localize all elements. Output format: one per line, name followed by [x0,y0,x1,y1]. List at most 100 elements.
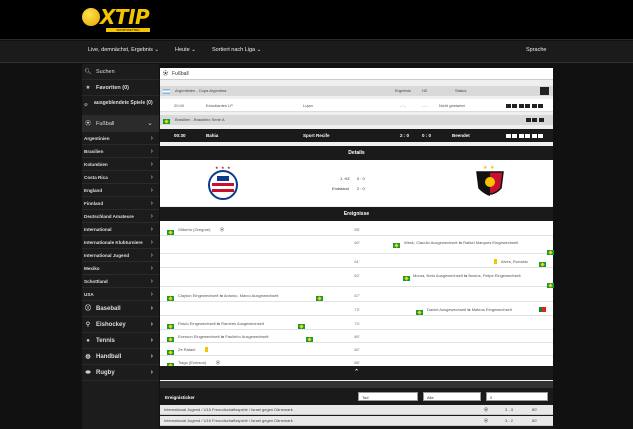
league-row[interactable]: Brasilien - Brasileiro Serie A [160,115,553,125]
event-row: 60' Wesk, Claudio Ausgewechselt ⇆ Rafael… [160,236,555,255]
event-row: Gilberto (Gregore) ⚽︎ 55' [160,223,553,236]
chevron-right-icon: › [150,252,153,259]
chevron-right-icon: › [150,226,153,233]
sidebar-sport-rugby[interactable]: ⬬ Rugby › [82,365,159,381]
brazil-flag-icon [167,350,174,355]
ticker-row[interactable]: International Jugend / U16 Freundschafts… [160,416,553,426]
football-icon: ⚽︎ [163,71,169,77]
brazil-flag-icon [298,324,306,329]
top-bar: XTIP SPORTWETTEN [0,0,633,40]
event-row: Ze Rafael 82' [160,343,553,356]
col-status: Status [455,88,467,93]
search-icon: 🔍︎ [84,69,92,75]
football-icon: ⚽︎ [484,418,488,423]
football-icon: ⚽︎ [484,407,488,412]
chevron-down-icon: ⌄ [256,47,262,53]
match-time: 20:40 [174,103,185,108]
ticker-text: International Jugend / U16 Freundschafts… [164,407,293,412]
match-row-active[interactable]: 00:30 Bahia Sport Recife 2 : 0 0 : 0 Bee… [160,129,553,142]
sidebar-country[interactable]: Brasilien › [82,145,159,158]
nav-language[interactable]: Sprache [526,47,547,53]
match-row[interactable]: 20:40 Estudiantes LP Lujan - : - - : - N… [160,99,553,112]
league-action-icons[interactable] [524,115,544,125]
chevron-down-icon: ⌄ [154,47,159,53]
event-row: 61' Alves, Ronaldo [160,255,553,268]
sidebar-country[interactable]: Mexiko › [82,262,159,275]
event-left: Flavio Eingewechselt ⇆ Ramires Ausgewech… [178,321,264,326]
sidebar-football[interactable]: ⚽︎ Fußball ⌄ [82,116,159,132]
event-minute: 62' [354,273,360,278]
event-right: Wesk, Claudio Ausgewechselt ⇆ Rafael Mar… [404,240,519,245]
nav-sort-dropdown[interactable]: Sortiert nach Liga ⌄ [212,47,261,53]
ticker-filter-count[interactable]: 2 [486,392,548,401]
svg-text:★: ★ [490,165,495,171]
sidebar-favorites[interactable]: ★ Favoriten (0) [82,80,159,96]
sidebar-country[interactable]: Deutschland Amateure › [82,210,159,223]
sidebar-sport-handball[interactable]: ◍ Handball › [82,349,159,365]
sidebar-hidden-games[interactable]: ⊘ ausgeblendete Spiele (0) [82,96,159,116]
xtip-logo[interactable]: XTIP SPORTWETTEN [82,5,162,34]
ticker-row[interactable]: International Jugend / U16 Freundschafts… [160,405,553,415]
match-ht: - : - [422,103,428,108]
ticker-filter-type[interactable]: Tod [358,392,418,401]
chevron-up-icon: ⌃ [353,369,360,376]
match-status: Nicht gestartet [439,103,465,108]
home-team: Bahia [206,133,219,138]
sidebar-country[interactable]: Internationale Klubturniere › [82,236,159,249]
next-section-strip [160,381,553,388]
away-team: Sport Recife [303,133,330,138]
league-name: Argentinien - Copa Argentina [175,88,227,93]
match-ht: 0 : 0 [422,133,432,138]
chevron-down-icon: ⌄ [191,47,196,53]
event-right: Daniel Ausgewechselt ⇆ Mateus Eingewechs… [427,307,512,312]
chevron-right-icon: › [150,239,153,246]
ticker-filter-sport[interactable]: Alle [423,392,481,401]
chevron-right-icon: › [150,291,153,298]
col-result: Ergebnis [395,88,411,93]
yellow-card-icon [494,259,497,264]
match-action-icons[interactable] [504,99,543,112]
logo-text: XTIP [100,5,150,29]
sidebar-sport-tennis[interactable]: ● Tennis › [82,333,159,349]
logo-subtext: SPORTWETTEN [106,28,150,32]
sidebar-country[interactable]: International Jugend › [82,249,159,262]
sidebar-sport-baseball[interactable]: ⚾︎ Baseball › [82,301,159,317]
sidebar-country[interactable]: Finnland › [82,197,159,210]
match-action-icons[interactable] [504,129,543,142]
brazil-flag-icon [403,276,410,281]
sidebar-sport-icehockey[interactable]: ⚲ Eishockey › [82,317,159,333]
collapse-button[interactable]: ⌃ [160,366,553,380]
section-title: Fußball [172,71,189,77]
event-row: 73' Daniel Ausgewechselt ⇆ Mateus Eingew… [160,303,553,316]
sidebar-country[interactable]: Kolumbien › [82,158,159,171]
chevron-right-icon: › [150,369,153,376]
league-row[interactable]: Argentinien - Copa Argentina Ergebnis HZ… [160,86,553,96]
event-left: Ze Rafael [178,347,196,352]
home-team: Estudiantes LP [206,103,233,108]
argentina-flag-icon [163,88,170,94]
brazil-flag-icon [539,262,546,267]
baseball-icon: ⚾︎ [84,306,91,312]
hockey-icon: ⚲ [85,322,91,328]
sidebar-country[interactable]: England › [82,184,159,197]
sidebar-country[interactable]: International › [82,223,159,236]
nav-live-dropdown[interactable]: Live, demnächst, Ergebnis ⌄ [88,47,159,53]
section-header: ⚽︎ Fußball [160,68,553,80]
sidebar-country[interactable]: USA › [82,288,159,301]
svg-text:★: ★ [227,165,231,170]
tennis-icon: ● [86,338,90,344]
chevron-right-icon: › [150,174,153,181]
brazil-flag-icon [393,243,400,248]
ht-label: 1. HZ [340,176,350,181]
bahia-crest-icon: ★ ★ ★ [208,165,238,200]
sidebar-country[interactable]: Schottland › [82,275,159,288]
chevron-right-icon: › [150,213,153,220]
sidebar-country[interactable]: Costa Rica › [82,171,159,184]
ticker-score: 3 - 3 [505,407,514,412]
sidebar-country[interactable]: Argentinien › [82,132,159,145]
league-name: Brasilien - Brasileiro Serie A [175,117,225,122]
sidebar-search[interactable]: 🔍︎ Suchen [82,64,159,80]
events-header: Ereignisse [160,207,553,221]
nav-today-dropdown[interactable]: Heute ⌄ [175,47,196,53]
stats-icon[interactable] [540,87,549,95]
